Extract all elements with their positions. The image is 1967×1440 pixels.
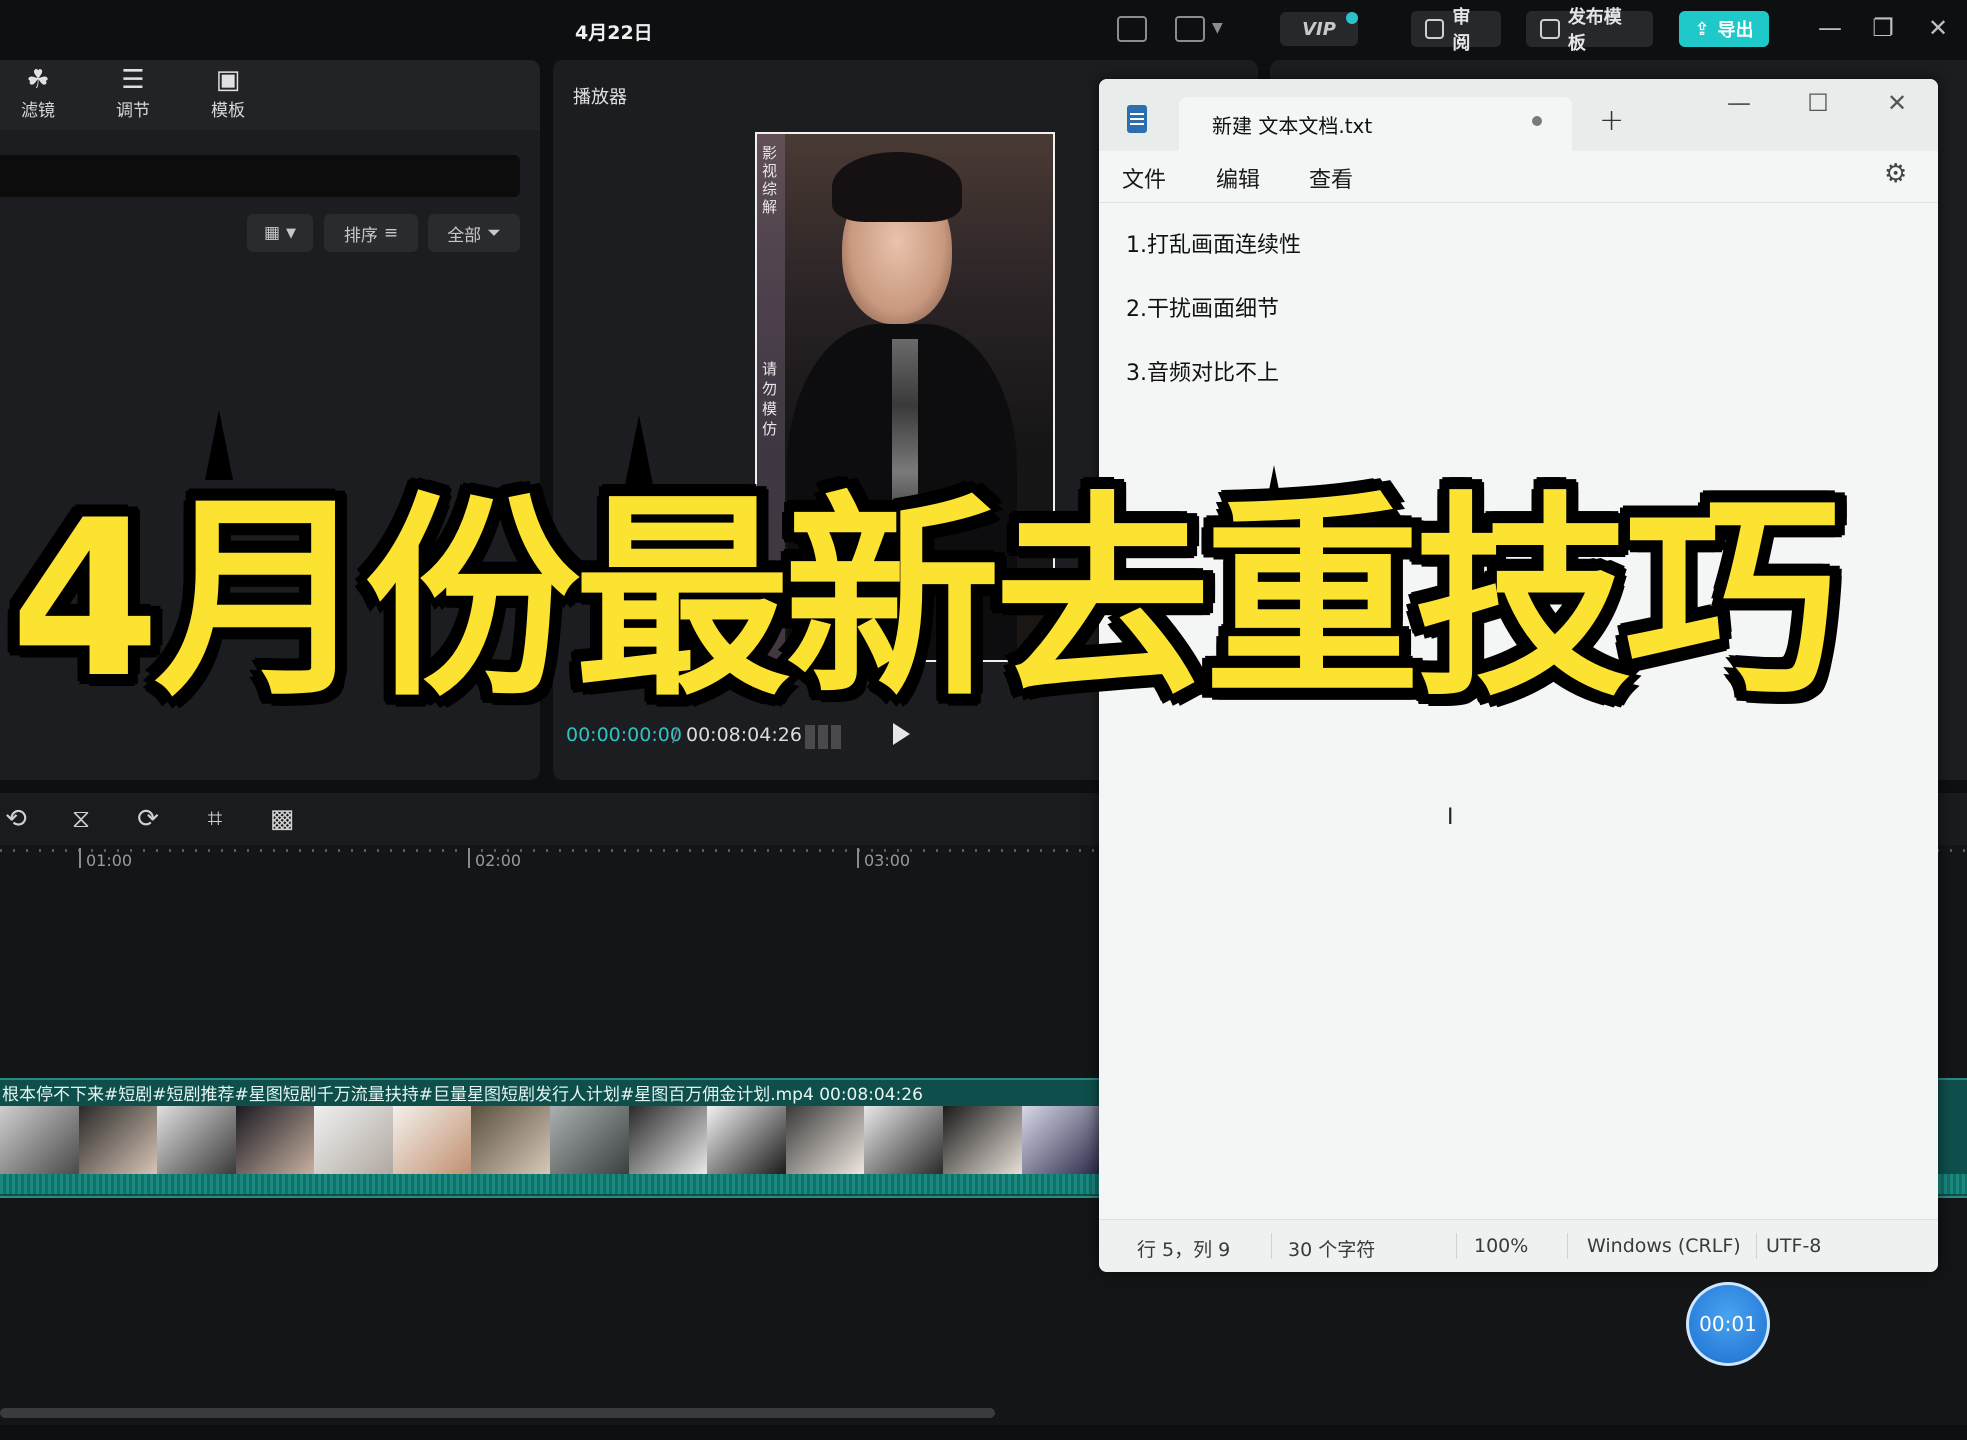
clip-title: 根本停不下来#短剧#短剧推荐#星图短剧千万流量扶持#巨量星图短剧发行人计划#星图… xyxy=(2,1085,923,1104)
menu-edit[interactable]: 编辑 xyxy=(1216,162,1260,194)
layout-icon[interactable] xyxy=(1175,16,1205,42)
status-divider xyxy=(1456,1233,1457,1259)
notepad-editor[interactable]: 1.打乱画面连续性 2.干扰画面细节 3.音频对比不上 xyxy=(1126,229,1906,421)
text-line: 3.音频对比不上 xyxy=(1126,361,1279,386)
sort-button[interactable]: 排序 ≡ xyxy=(324,214,418,252)
subtitle-icon[interactable] xyxy=(1117,16,1147,42)
ruler-tick xyxy=(79,848,81,868)
status-char-count: 30 个字符 xyxy=(1288,1239,1376,1261)
funnel-icon: ⏷ xyxy=(487,223,501,243)
crop-icon[interactable]: ⌗ xyxy=(199,803,231,835)
player-title: 播放器 xyxy=(573,87,627,108)
toolbar-template-label: 模板 xyxy=(211,101,245,121)
chevron-down-icon[interactable]: ▼ xyxy=(1212,20,1223,36)
clip-thumbnail xyxy=(550,1106,629,1174)
filter-all-button[interactable]: 全部 ⏷ xyxy=(428,214,520,252)
menu-view[interactable]: 查看 xyxy=(1309,162,1353,194)
notepad-close-icon[interactable]: ✕ xyxy=(1877,89,1917,117)
review-button[interactable]: 审阅 xyxy=(1411,7,1501,54)
toolbar-template[interactable]: ▣ 模板 xyxy=(198,64,258,121)
status-position: 行 5，列 9 xyxy=(1137,1239,1231,1261)
clip-thumbnail xyxy=(942,1106,1022,1174)
status-line-ending[interactable]: Windows (CRLF) xyxy=(1587,1235,1741,1257)
timeline-scrollbar[interactable] xyxy=(0,1408,995,1418)
clip-thumbnail xyxy=(864,1106,943,1174)
filter-icon: ☘ xyxy=(26,65,50,95)
clip-thumbnail xyxy=(0,1106,79,1174)
smart-crop-icon[interactable]: ▩ xyxy=(266,803,298,835)
toolbar-filter-label: 滤镜 xyxy=(21,101,55,121)
chevron-down-icon: ▼ xyxy=(286,225,297,241)
ruler-tick xyxy=(857,848,859,868)
ruler-tick xyxy=(468,848,470,868)
minimize-icon[interactable]: — xyxy=(1815,14,1845,42)
close-icon[interactable]: ✕ xyxy=(1923,14,1953,42)
status-zoom[interactable]: 100% xyxy=(1474,1235,1528,1257)
rotate-icon[interactable]: ⟳ xyxy=(132,803,164,835)
clip-thumbnail xyxy=(392,1106,472,1174)
sort-icon: ≡ xyxy=(383,223,399,243)
mirror-icon[interactable]: ⧖ xyxy=(65,803,97,835)
text-line: 1.打乱画面连续性 xyxy=(1126,233,1301,258)
project-title: 4月22日 xyxy=(575,22,653,44)
recording-timer[interactable]: 00:01 xyxy=(1686,1282,1770,1366)
text-cursor-icon: I xyxy=(1447,805,1454,830)
video-watermark-top: 影视综解 xyxy=(762,144,778,216)
clip-thumbnails xyxy=(0,1106,1101,1174)
ruler-label: 03:00 xyxy=(864,851,911,870)
status-divider xyxy=(1756,1233,1757,1259)
review-icon xyxy=(1425,19,1445,39)
export-button[interactable]: ⇪ 导出 xyxy=(1679,11,1769,47)
filter-all-label: 全部 xyxy=(447,225,482,246)
clip-thumbnail xyxy=(235,1106,315,1174)
view-mode-button[interactable]: ▦ ▼ xyxy=(247,214,313,252)
new-tab-button[interactable]: + xyxy=(1599,103,1624,138)
clip-thumbnail xyxy=(785,1106,865,1174)
video-figure-hair xyxy=(832,152,962,222)
ruler-label: 02:00 xyxy=(475,851,522,870)
status-divider xyxy=(1271,1233,1272,1259)
restore-icon[interactable]: ❐ xyxy=(1868,14,1898,42)
media-toolbar xyxy=(0,60,540,130)
toolbar-adjust[interactable]: ☰ 调节 xyxy=(103,64,163,121)
search-input[interactable] xyxy=(0,155,520,197)
unsaved-indicator[interactable] xyxy=(1532,116,1542,126)
status-encoding[interactable]: UTF-8 xyxy=(1766,1235,1821,1257)
clip-thumbnail xyxy=(314,1106,393,1174)
publish-template-button[interactable]: 发布模板 xyxy=(1526,7,1653,54)
text-line: 2.干扰画面细节 xyxy=(1126,297,1279,322)
status-divider xyxy=(1567,1233,1568,1259)
sort-label: 排序 xyxy=(343,225,378,246)
notepad-tab-title: 新建 文本文档.txt xyxy=(1212,114,1373,138)
reverse-icon[interactable]: ⟲ xyxy=(0,803,32,835)
clip-thumbnail xyxy=(78,1106,158,1174)
notepad-minimize-icon[interactable]: — xyxy=(1719,89,1759,117)
adjust-icon: ☰ xyxy=(121,65,145,95)
ruler-label: 01:00 xyxy=(86,851,133,870)
review-label: 审阅 xyxy=(1452,7,1471,54)
notification-dot xyxy=(1346,12,1358,24)
top-bar xyxy=(0,0,1967,60)
grid-view-icon: ▦ xyxy=(263,223,281,243)
clip-thumbnail xyxy=(157,1106,236,1174)
gear-icon[interactable]: ⚙ xyxy=(1884,159,1907,189)
clip-thumbnail xyxy=(1021,1106,1101,1174)
publish-template-label: 发布模板 xyxy=(1567,7,1622,54)
menu-file[interactable]: 文件 xyxy=(1122,162,1166,194)
template-publish-icon xyxy=(1540,19,1560,39)
export-icon: ⇪ xyxy=(1694,18,1710,40)
overlay-title: 4月份最新去重技巧 xyxy=(10,474,1840,725)
toolbar-filter[interactable]: ☘ 滤镜 xyxy=(8,64,68,121)
clip-thumbnail xyxy=(471,1106,551,1174)
template-icon: ▣ xyxy=(215,65,241,95)
clip-thumbnail xyxy=(707,1106,786,1174)
toolbar-adjust-label: 调节 xyxy=(116,101,150,121)
clip-thumbnail xyxy=(628,1106,708,1174)
video-watermark-bottom: 请勿模仿 xyxy=(762,360,778,438)
notepad-app-icon xyxy=(1127,105,1147,133)
export-label: 导出 xyxy=(1717,20,1754,41)
notepad-statusbar: 行 5，列 9 30 个字符 100% Windows (CRLF) UTF-8 xyxy=(1099,1219,1938,1272)
notepad-maximize-icon[interactable]: ☐ xyxy=(1798,89,1838,117)
